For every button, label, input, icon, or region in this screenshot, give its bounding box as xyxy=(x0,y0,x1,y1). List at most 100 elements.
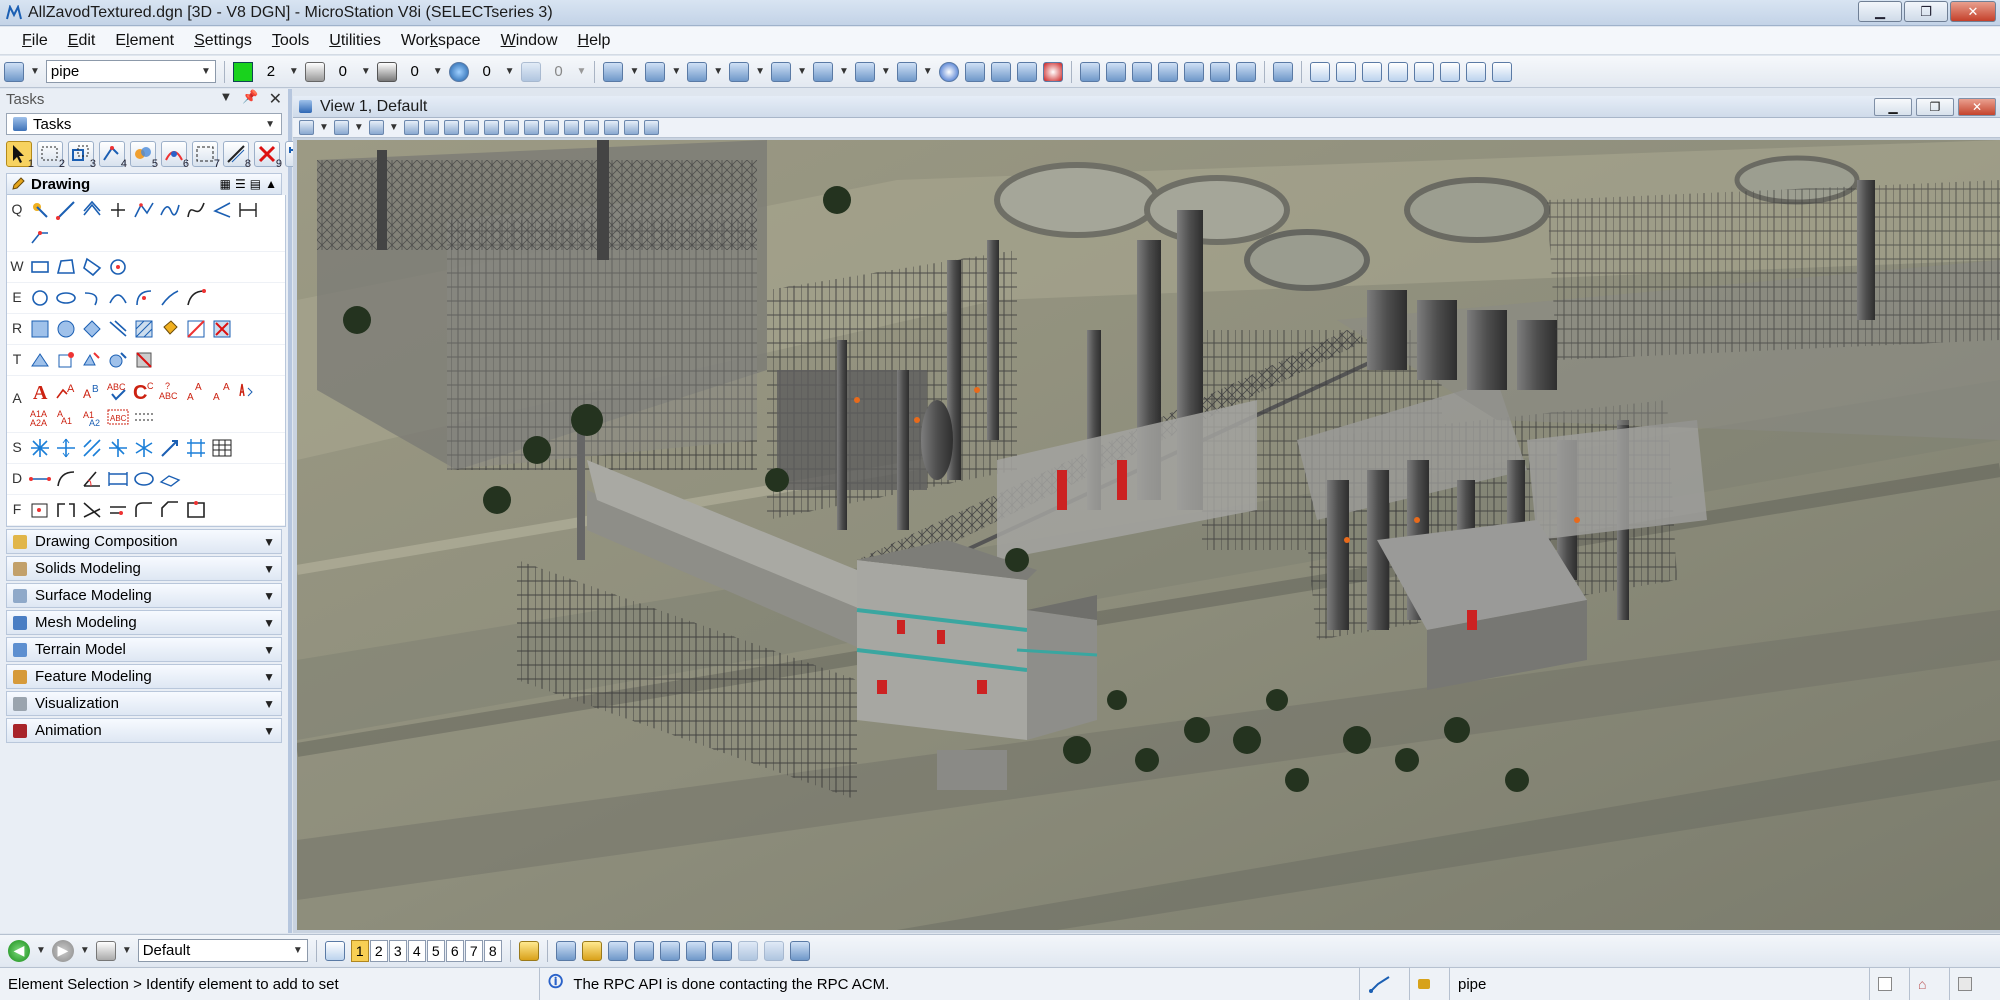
level-select[interactable]: pipe ▼ xyxy=(45,60,216,83)
dimension-arc-tool[interactable] xyxy=(55,468,77,490)
zoom-out-icon[interactable] xyxy=(443,120,459,135)
snap-bisector-icon[interactable] xyxy=(685,940,706,961)
chevron-down-icon[interactable]: ▼ xyxy=(433,66,443,77)
change-text-attributes-tool[interactable]: AB xyxy=(81,380,103,402)
modify-arc-angle-tool[interactable] xyxy=(185,287,207,309)
zoom-in-icon[interactable] xyxy=(423,120,439,135)
snap-origin-icon[interactable] xyxy=(659,940,680,961)
copy-tool[interactable] xyxy=(29,437,51,459)
place-note-tool[interactable]: CC xyxy=(133,380,155,404)
view-next-icon[interactable] xyxy=(563,120,579,135)
define-cell-origin-tool[interactable] xyxy=(55,349,77,371)
chevron-down-icon[interactable]: ▼ xyxy=(505,66,515,77)
construct-tangent-tool[interactable] xyxy=(29,225,51,247)
change-attributes-tool[interactable]: 6 xyxy=(161,141,189,170)
line-weight-icon[interactable] xyxy=(376,61,397,82)
trim-tool[interactable] xyxy=(81,499,103,521)
dimension-element-tool[interactable] xyxy=(29,468,51,490)
task-solids-modeling[interactable]: Solids Modeling ▼ xyxy=(6,556,282,581)
camera-icon[interactable] xyxy=(1209,61,1230,82)
stretch-tool[interactable] xyxy=(211,437,233,459)
chevron-down-icon[interactable]: ▼ xyxy=(361,66,371,77)
delete-element-tool[interactable]: 7 xyxy=(192,141,220,170)
render-icon[interactable] xyxy=(1079,61,1100,82)
construct-perpendicular-tool[interactable] xyxy=(237,199,259,221)
move-tool[interactable] xyxy=(55,437,77,459)
material-icon[interactable] xyxy=(1131,61,1152,82)
snap-mode-icon[interactable] xyxy=(789,940,810,961)
line-style-icon[interactable] xyxy=(304,61,325,82)
rotate-view-icon[interactable] xyxy=(1272,61,1293,82)
chevron-down-icon[interactable]: ▼ xyxy=(629,66,639,77)
snap-intersection-icon[interactable] xyxy=(711,940,732,961)
chevron-down-icon[interactable]: ▼ xyxy=(289,66,299,77)
close-icon[interactable]: ✕ xyxy=(1950,1,1996,22)
chevron-down-icon[interactable]: ▼ xyxy=(671,66,681,77)
models-icon[interactable] xyxy=(771,61,792,82)
snap-center-icon[interactable] xyxy=(633,940,654,961)
view-minimize-icon[interactable]: ▁ xyxy=(1874,98,1912,116)
light-icon[interactable] xyxy=(1105,61,1126,82)
measure-tool[interactable]: 8 xyxy=(223,141,251,170)
fill-in-enter-data-tool[interactable] xyxy=(133,406,155,428)
references-icon[interactable] xyxy=(687,61,708,82)
chevron-down-icon[interactable]: ▼ xyxy=(577,66,587,77)
place-orthogonal-shape-tool[interactable] xyxy=(81,256,103,278)
menu-help[interactable]: Help xyxy=(568,32,621,50)
place-curve-tool[interactable] xyxy=(159,199,181,221)
snap-midpoint-icon[interactable] xyxy=(607,940,628,961)
fill-tool[interactable] xyxy=(159,318,181,340)
close-icon[interactable]: ✕ xyxy=(269,89,282,109)
place-block-tool[interactable] xyxy=(29,256,51,278)
snap-tangent-icon[interactable] xyxy=(737,940,758,961)
model-status-icon[interactable] xyxy=(1870,968,1910,1000)
groups-tool[interactable]: 5 xyxy=(130,141,158,170)
home-status-icon[interactable]: ⌂ xyxy=(1910,968,1950,1000)
display-text-attributes-tool[interactable]: ? ABC xyxy=(159,380,181,402)
place-circle-tool[interactable] xyxy=(29,287,51,309)
view-group-select[interactable]: Default ▼ xyxy=(137,939,308,962)
lock-status-icon[interactable] xyxy=(1410,968,1450,1000)
view-1-button[interactable]: 1 xyxy=(350,939,369,962)
menu-utilities[interactable]: Utilities xyxy=(319,32,391,50)
place-cell-tool[interactable] xyxy=(29,349,51,371)
raster-icon[interactable] xyxy=(729,61,750,82)
panel-menu-icon[interactable]: ▼ xyxy=(220,89,233,109)
chevron-down-icon[interactable]: ▼ xyxy=(389,122,399,133)
modify-tool[interactable]: 4 xyxy=(99,141,127,170)
smartline-tool[interactable] xyxy=(81,199,103,221)
chevron-down-icon[interactable]: ▼ xyxy=(881,66,891,77)
array-tool[interactable] xyxy=(159,437,181,459)
replace-cells-tool[interactable] xyxy=(107,349,129,371)
list-view-icon[interactable]: ☰ xyxy=(235,177,246,191)
animation-icon[interactable] xyxy=(1183,61,1204,82)
task-mesh-modeling[interactable]: Mesh Modeling ▼ xyxy=(6,610,282,635)
delete-tool[interactable]: 9 xyxy=(254,141,282,170)
snap-perpendicular-icon[interactable] xyxy=(763,940,784,961)
task-terrain-model[interactable]: Terrain Model ▼ xyxy=(6,637,282,662)
place-bspline-tool[interactable] xyxy=(185,199,207,221)
accudraw-tool[interactable] xyxy=(29,199,51,221)
view-7-button[interactable]: 7 xyxy=(464,939,483,962)
window-area-icon[interactable] xyxy=(463,120,479,135)
place-multiline-tool[interactable] xyxy=(133,199,155,221)
dimension-radial-tool[interactable] xyxy=(159,468,181,490)
resize-grip-icon[interactable] xyxy=(1950,968,1990,1000)
view-6-button[interactable]: 6 xyxy=(445,939,464,962)
new-file-icon[interactable] xyxy=(603,61,624,82)
menu-workspace[interactable]: Workspace xyxy=(391,32,491,50)
view-3-button[interactable]: 3 xyxy=(388,939,407,962)
chevron-down-icon[interactable]: ▼ xyxy=(122,945,132,956)
drop-complex-status-tool[interactable] xyxy=(133,349,155,371)
insert-vertex-tool[interactable] xyxy=(185,499,207,521)
place-point-tool[interactable] xyxy=(107,199,129,221)
view-left-cube-icon[interactable] xyxy=(1465,61,1486,82)
view-rightiso-cube-icon[interactable] xyxy=(1491,61,1512,82)
delete-icon[interactable] xyxy=(1042,61,1063,82)
rotate-tool[interactable] xyxy=(107,437,129,459)
menu-edit[interactable]: Edit xyxy=(58,32,106,50)
levels-icon[interactable] xyxy=(812,61,833,82)
chevron-down-icon[interactable]: ▼ xyxy=(80,945,90,956)
view-8-button[interactable]: 8 xyxy=(483,939,502,962)
menu-file[interactable]: File xyxy=(12,32,58,50)
